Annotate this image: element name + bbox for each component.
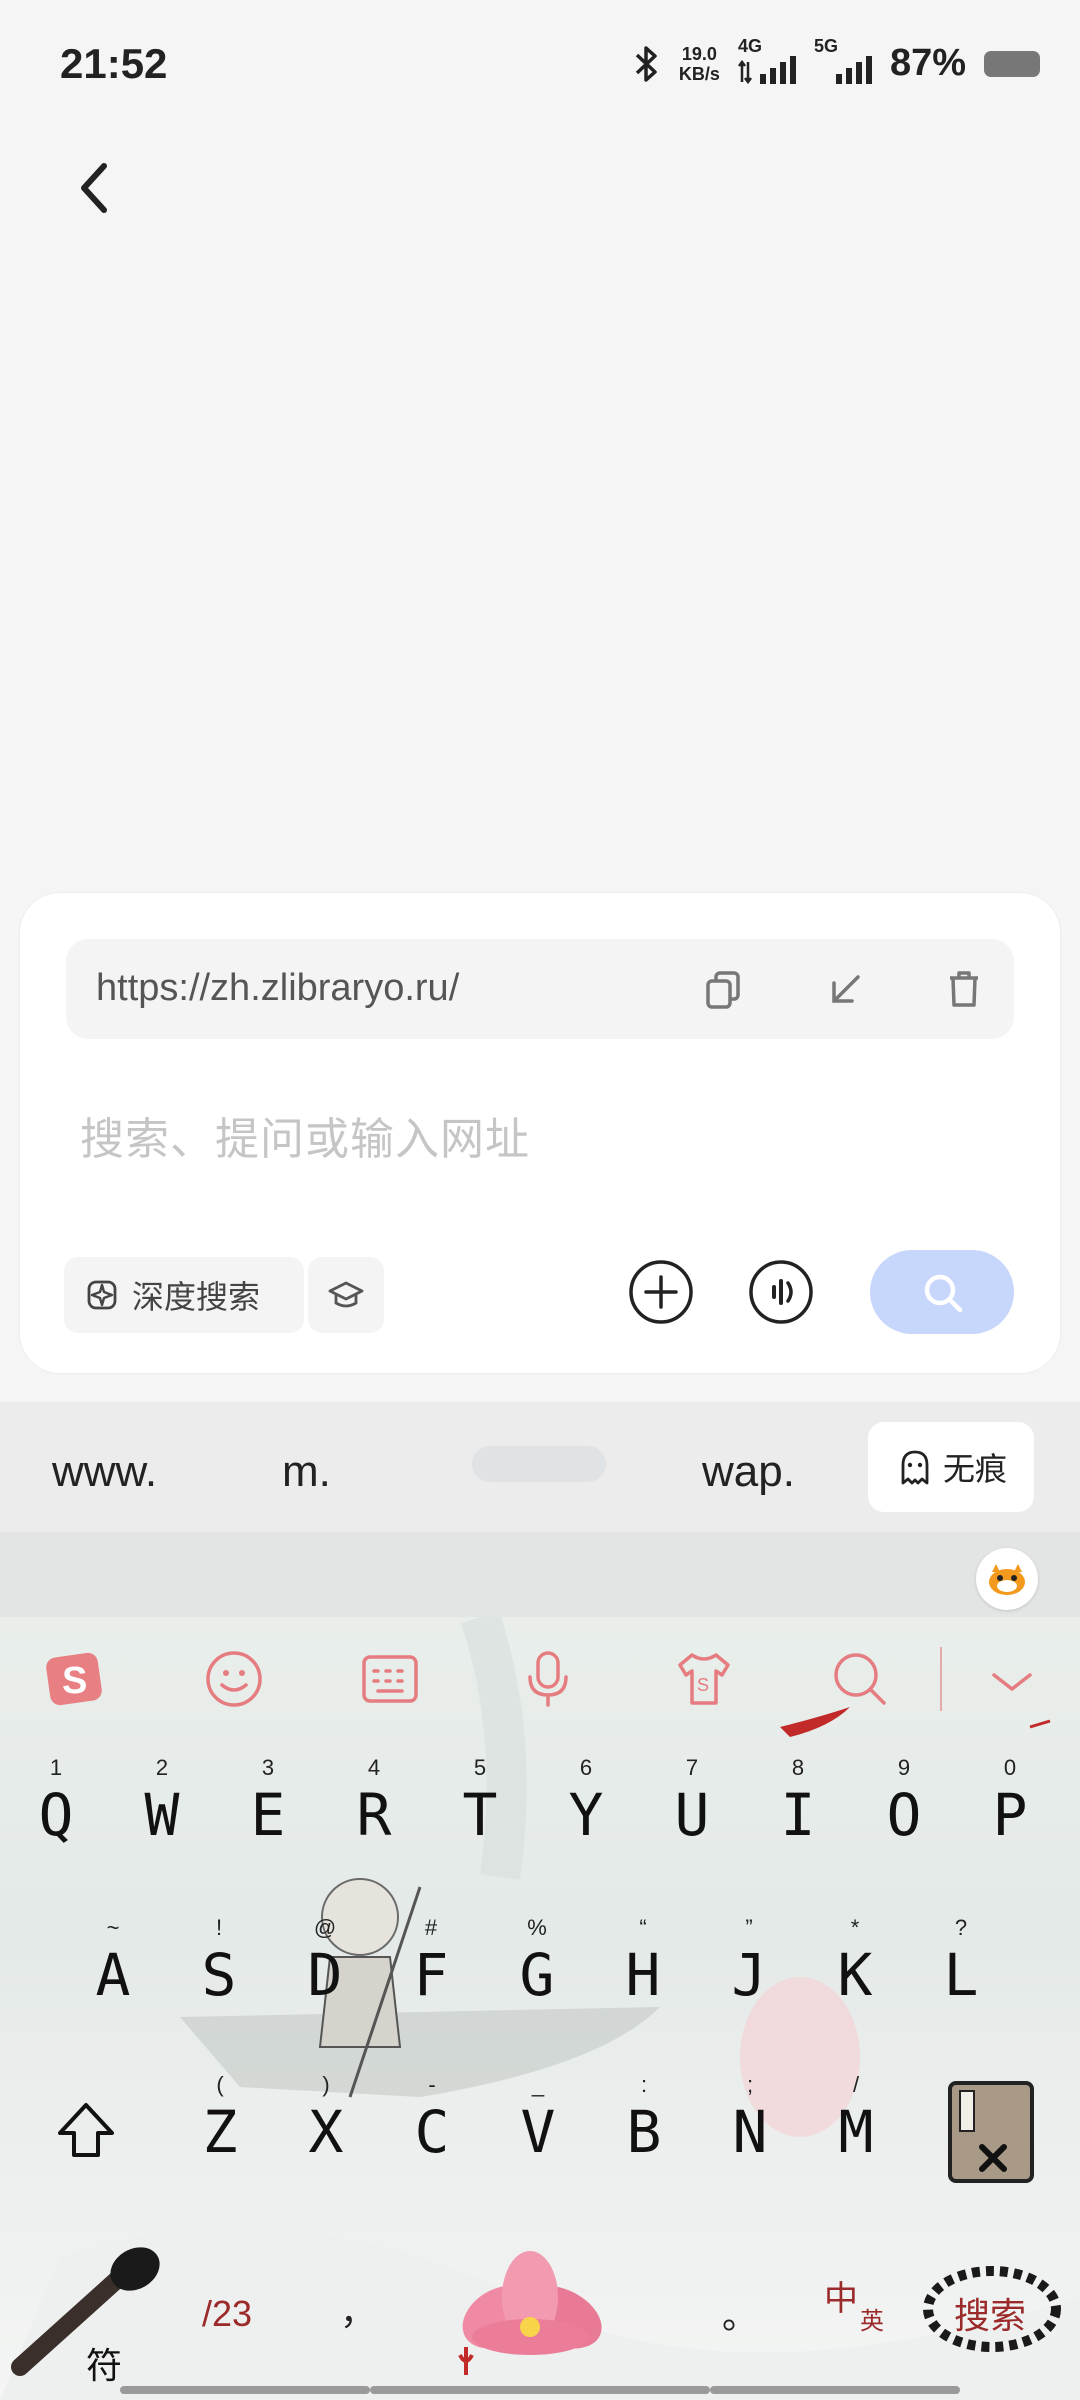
key-t[interactable]: 5T [432, 1755, 528, 1855]
url-row[interactable]: https://zh.zlibraryo.ru/ [66, 939, 1014, 1039]
keyboard-search-icon[interactable] [828, 1647, 892, 1711]
key-y[interactable]: 6Y [538, 1755, 634, 1855]
nav-indicator-right [710, 2386, 960, 2394]
search-icon [924, 1274, 963, 1313]
incognito-label: 无痕 [942, 1451, 1007, 1487]
incognito-button[interactable]: 无痕 [868, 1422, 1034, 1512]
clock: 21:52 [60, 40, 168, 87]
toolbar-divider [940, 1647, 942, 1711]
key-r[interactable]: 4R [326, 1755, 422, 1855]
key-x[interactable]: ) X [278, 2072, 374, 2172]
svg-text:S: S [697, 1675, 709, 1695]
key-b[interactable]: :B [596, 2072, 692, 2172]
deep-search-label: 深度搜索 [132, 1279, 261, 1315]
search-enter-key[interactable]: 搜索 [918, 2257, 1068, 2367]
key-u[interactable]: 7U [644, 1755, 740, 1855]
skin-shirt-icon[interactable]: S [672, 1647, 736, 1711]
number-key[interactable]: /23 [202, 2293, 252, 2335]
data-arrows-icon [737, 59, 752, 84]
delete-icon[interactable] [942, 967, 986, 1011]
suggestion-www[interactable]: www. [52, 1447, 157, 1497]
key-e[interactable]: 3E [220, 1755, 316, 1855]
search-input[interactable]: 搜索、提问或输入网址 [80, 1103, 530, 1167]
microphone-icon[interactable] [516, 1647, 580, 1711]
deep-search-icon [87, 1280, 117, 1310]
keyboard: S S 1Q 2W 3E 4R 5T 6Y 7U 8I 9O 0P ~ A ! S … [0, 1617, 1080, 2400]
key-c[interactable]: -C [384, 2072, 480, 2172]
keyboard-top-strip [0, 1532, 1080, 1617]
nav-indicator-left [120, 2386, 370, 2394]
keyboard-layout-icon[interactable] [358, 1647, 422, 1711]
key-v[interactable]: _ V [490, 2072, 586, 2172]
key-z[interactable]: (Z [172, 2072, 268, 2172]
voice-wave-icon[interactable] [748, 1259, 814, 1325]
status-icons: 19.0 KB/s 4G 5G 87% [633, 36, 1040, 85]
lotus-icon [458, 2251, 602, 2375]
signal-5g-icon: 5G [814, 36, 872, 84]
key-j[interactable]: ” J [701, 1915, 797, 2015]
shift-icon[interactable] [52, 2097, 120, 2165]
period-key[interactable]: 。 [722, 2287, 758, 2339]
suggestion-blurred[interactable] [472, 1446, 606, 1482]
signal-4g-icon: 4G [737, 36, 796, 84]
key-q[interactable]: 1Q [8, 1755, 104, 1855]
search-panel: https://zh.zlibraryo.ru/ 搜索、提问或输入网址 深度搜索 [20, 893, 1060, 1373]
url-suggestions-bar: www. m. wap. 无痕 [0, 1402, 1080, 1532]
key-g[interactable]: % G [489, 1915, 585, 2015]
deep-search-button[interactable]: 深度搜索 [64, 1257, 304, 1333]
svg-text:S: S [62, 1660, 87, 1702]
key-w[interactable]: 2W [114, 1755, 210, 1855]
nav-indicator-center [370, 2386, 710, 2394]
suggestion-m[interactable]: m. [282, 1447, 331, 1497]
key-n[interactable]: ; N [702, 2072, 798, 2172]
academic-button[interactable] [308, 1257, 384, 1333]
symbol-key[interactable]: 符 [10, 2237, 160, 2387]
url-text[interactable]: https://zh.zlibraryo.ru/ [96, 967, 459, 1010]
space-key[interactable] [430, 2227, 640, 2397]
backspace-icon[interactable] [942, 2077, 1042, 2187]
graduation-cap-icon [328, 1281, 364, 1308]
key-f[interactable]: # F [383, 1915, 479, 2015]
back-arrow-icon[interactable] [70, 158, 120, 218]
battery-percent: 87% [889, 42, 966, 84]
network-speed: 19.0 KB/s [678, 43, 720, 84]
key-o[interactable]: 9O [856, 1755, 952, 1855]
key-s[interactable]: ! S [171, 1915, 267, 2015]
comma-key[interactable]: ， [340, 2283, 376, 2335]
edit-arrow-icon[interactable] [824, 967, 868, 1011]
key-h[interactable]: “H [595, 1915, 691, 2015]
collapse-keyboard-icon[interactable] [980, 1647, 1044, 1711]
bluetooth-icon [635, 45, 657, 82]
key-i[interactable]: 8I [750, 1755, 846, 1855]
search-button[interactable] [870, 1250, 1014, 1334]
brush-icon [11, 2247, 160, 2376]
mascot-icon[interactable] [976, 1548, 1038, 1610]
add-icon[interactable] [628, 1259, 694, 1325]
language-switch-key[interactable]: 中 英 [820, 2267, 910, 2357]
status-bar: 21:52 19.0 KB/s 4G 5G 87% [0, 0, 1080, 130]
ghost-icon [901, 1450, 929, 1485]
key-d[interactable]: @ D [277, 1915, 373, 2015]
key-k[interactable]: * K [807, 1915, 903, 2015]
key-m[interactable]: / M [808, 2072, 904, 2172]
key-l[interactable]: ? L [913, 1915, 1009, 2015]
suggestion-wap[interactable]: wap. [702, 1447, 795, 1497]
emoji-icon[interactable] [202, 1647, 266, 1711]
key-a[interactable]: ~ A [65, 1915, 161, 2015]
key-p[interactable]: 0P [962, 1755, 1058, 1855]
copy-icon[interactable] [702, 967, 746, 1011]
sogou-logo-icon[interactable]: S [42, 1647, 106, 1711]
battery-icon [984, 50, 1040, 77]
